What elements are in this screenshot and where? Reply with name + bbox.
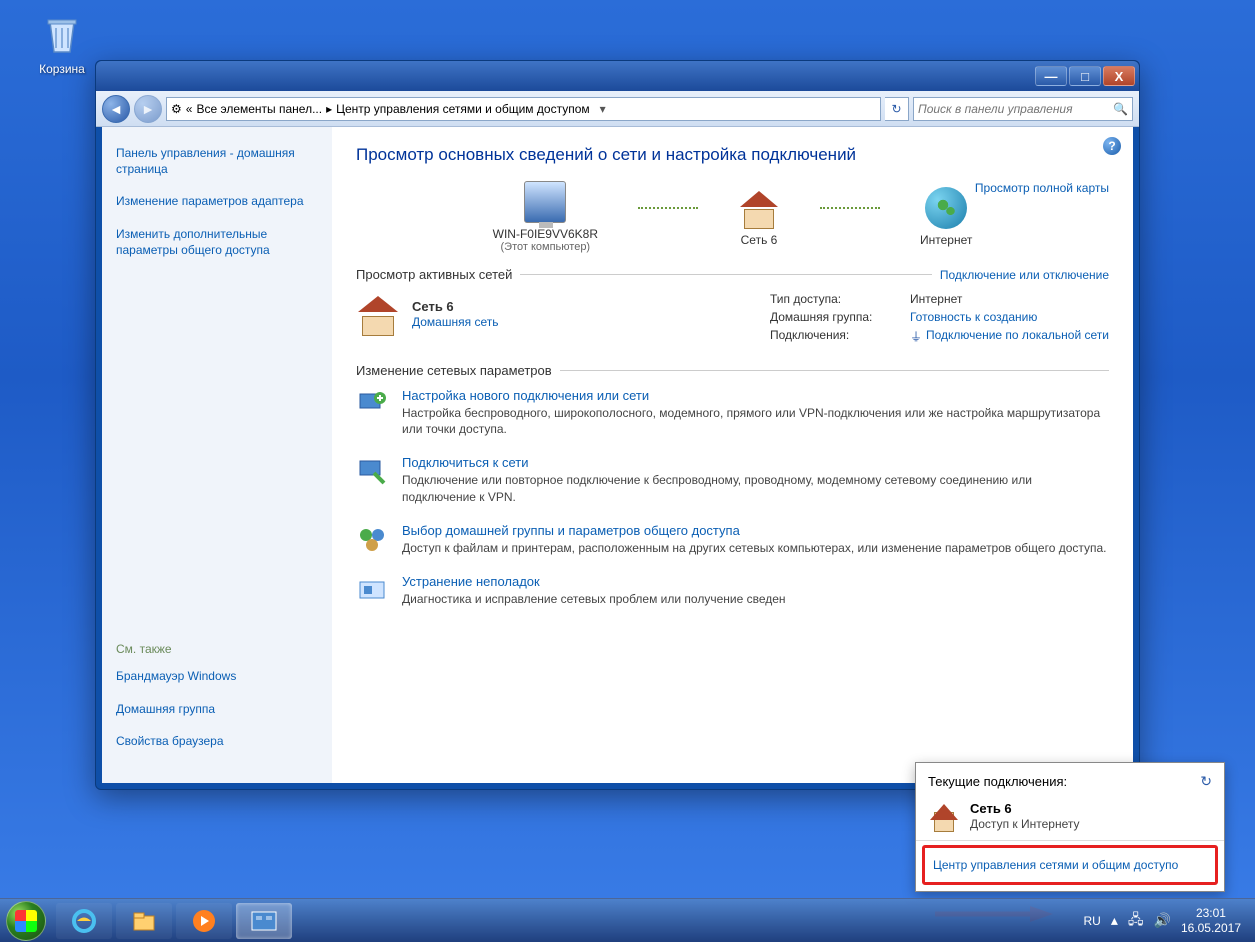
control-panel-window: — □ X ◄ ► ⚙ « Все элементы панел... ▸ Це… [95, 60, 1140, 790]
computer-sub: (Этот компьютер) [493, 241, 598, 253]
house-icon [356, 292, 400, 336]
sidebar-firewall[interactable]: Брандмауэр Windows [116, 668, 318, 684]
task-desc: Диагностика и исправление сетевых пробле… [402, 591, 786, 607]
homegroup-link[interactable]: Готовность к созданию [910, 310, 1037, 324]
search-icon[interactable]: 🔍 [1113, 102, 1128, 116]
homegroup-label: Домашняя группа: [770, 310, 910, 324]
see-also-header: См. также [116, 642, 318, 656]
troubleshoot-icon [356, 574, 388, 606]
flyout-center-link[interactable]: Центр управления сетями и общим доступо [931, 852, 1209, 878]
active-net-type[interactable]: Домашняя сеть [412, 315, 498, 329]
address-dropdown[interactable]: ▾ [594, 102, 612, 116]
tray-clock[interactable]: 23:01 16.05.2017 [1181, 906, 1241, 935]
titlebar: — □ X [96, 61, 1139, 91]
help-icon[interactable]: ? [1103, 137, 1121, 155]
map-line-1 [638, 207, 698, 209]
node-network: Сеть 6 [738, 187, 780, 247]
content: Панель управления - домашняя страница Из… [102, 127, 1133, 783]
forward-button[interactable]: ► [134, 95, 162, 123]
recycle-bin-icon [38, 10, 86, 58]
active-network: Сеть 6 Домашняя сеть Тип доступа:Интерне… [356, 292, 1109, 349]
sidebar-homegroup[interactable]: Домашняя группа [116, 701, 318, 717]
connection-link[interactable]: Подключение по локальной сети [926, 328, 1109, 345]
flyout-title: Текущие подключения: [928, 774, 1067, 789]
task-connect: Подключиться к сети Подключение или повто… [356, 455, 1109, 504]
sidebar-browser[interactable]: Свойства браузера [116, 733, 318, 749]
taskbar-control-panel[interactable] [236, 903, 292, 939]
recycle-bin-label: Корзина [39, 62, 85, 76]
sidebar: Панель управления - домашняя страница Из… [102, 127, 332, 783]
new-connection-icon [356, 388, 388, 420]
network-name: Сеть 6 [738, 233, 780, 247]
network-map: Просмотр полной карты WIN-F0IE9VV6K8R (Э… [356, 181, 1109, 253]
breadcrumb-icon: ⚙ [171, 102, 182, 116]
taskbar-explorer[interactable] [116, 903, 172, 939]
address-bar[interactable]: ⚙ « Все элементы панел... ▸ Центр управл… [166, 97, 881, 121]
flyout-refresh-icon[interactable]: ↻ [1200, 773, 1212, 790]
connect-icon [356, 455, 388, 487]
node-internet: Интернет [920, 187, 972, 247]
settings-header: Изменение сетевых параметров [356, 363, 1109, 378]
connect-disconnect-link[interactable]: Подключение или отключение [940, 268, 1109, 282]
task-link[interactable]: Настройка нового подключения или сети [402, 388, 649, 403]
search-box[interactable]: 🔍 [913, 97, 1133, 121]
network-flyout: Текущие подключения: ↻ Сеть 6 Доступ к И… [915, 762, 1225, 892]
flyout-network-entry[interactable]: Сеть 6 Доступ к Интернету [928, 800, 1212, 832]
computer-name: WIN-F0IE9VV6K8R [493, 227, 598, 241]
minimize-button[interactable]: — [1035, 66, 1067, 86]
access-label: Тип доступа: [770, 292, 910, 306]
task-homegroup: Выбор домашней группы и параметров общег… [356, 523, 1109, 556]
back-button[interactable]: ◄ [102, 95, 130, 123]
sidebar-adapter[interactable]: Изменение параметров адаптера [116, 193, 318, 209]
close-button[interactable]: X [1103, 66, 1135, 86]
page-title: Просмотр основных сведений о сети и наст… [356, 145, 1109, 165]
plug-icon: ⏚ [910, 328, 922, 345]
maximize-button[interactable]: □ [1069, 66, 1101, 86]
search-input[interactable] [918, 102, 1113, 116]
house-icon [738, 187, 780, 229]
tray-volume-icon[interactable]: 🔊 [1154, 912, 1171, 929]
map-line-2 [820, 207, 880, 209]
sidebar-home[interactable]: Панель управления - домашняя страница [116, 145, 318, 177]
taskbar: RU ▴ 🖧 🔊 23:01 16.05.2017 [0, 898, 1255, 942]
full-map-link[interactable]: Просмотр полной карты [975, 181, 1109, 195]
sidebar-sharing[interactable]: Изменить дополнительные параметры общего… [116, 226, 318, 258]
flyout-net-access: Доступ к Интернету [970, 817, 1079, 831]
highlighted-link-box: Центр управления сетями и общим доступо [922, 845, 1218, 885]
flyout-net-name: Сеть 6 [970, 801, 1012, 816]
access-value: Интернет [910, 292, 962, 306]
task-new-connection: Настройка нового подключения или сети Нас… [356, 388, 1109, 437]
navbar: ◄ ► ⚙ « Все элементы панел... ▸ Центр уп… [96, 91, 1139, 127]
tray-lang[interactable]: RU [1084, 914, 1101, 928]
main-panel: ? Просмотр основных сведений о сети и на… [332, 127, 1133, 783]
taskbar-mediaplayer[interactable] [176, 903, 232, 939]
active-networks-header: Просмотр активных сетей Подключение или … [356, 267, 1109, 282]
task-link[interactable]: Устранение неполадок [402, 574, 540, 589]
breadcrumb-part1[interactable]: Все элементы панел... [196, 102, 322, 116]
task-desc: Настройка беспроводного, широкополосного… [402, 405, 1109, 437]
breadcrumb-part2[interactable]: Центр управления сетями и общим доступом [336, 102, 590, 116]
computer-icon [524, 181, 566, 223]
connections-label: Подключения: [770, 328, 910, 345]
task-link[interactable]: Выбор домашней группы и параметров общег… [402, 523, 740, 538]
node-computer: WIN-F0IE9VV6K8R (Этот компьютер) [493, 181, 598, 253]
active-net-name: Сеть 6 [412, 299, 454, 314]
tray-network-icon[interactable]: 🖧 [1128, 909, 1144, 933]
globe-icon [925, 187, 967, 229]
system-tray: RU ▴ 🖧 🔊 23:01 16.05.2017 [1084, 906, 1250, 935]
tray-show-hidden-icon[interactable]: ▴ [1111, 912, 1118, 929]
house-icon [928, 800, 960, 832]
task-link[interactable]: Подключиться к сети [402, 455, 528, 470]
task-desc: Подключение или повторное подключение к … [402, 472, 1109, 504]
task-desc: Доступ к файлам и принтерам, расположенн… [402, 540, 1107, 556]
homegroup-icon [356, 523, 388, 555]
start-button[interactable] [6, 901, 46, 941]
task-troubleshoot: Устранение неполадок Диагностика и исправ… [356, 574, 1109, 607]
recycle-bin[interactable]: Корзина [25, 10, 99, 76]
taskbar-ie[interactable] [56, 903, 112, 939]
breadcrumb-prefix: « [186, 102, 193, 116]
internet-label: Интернет [920, 233, 972, 247]
address-refresh-button[interactable]: ↻ [885, 97, 909, 121]
